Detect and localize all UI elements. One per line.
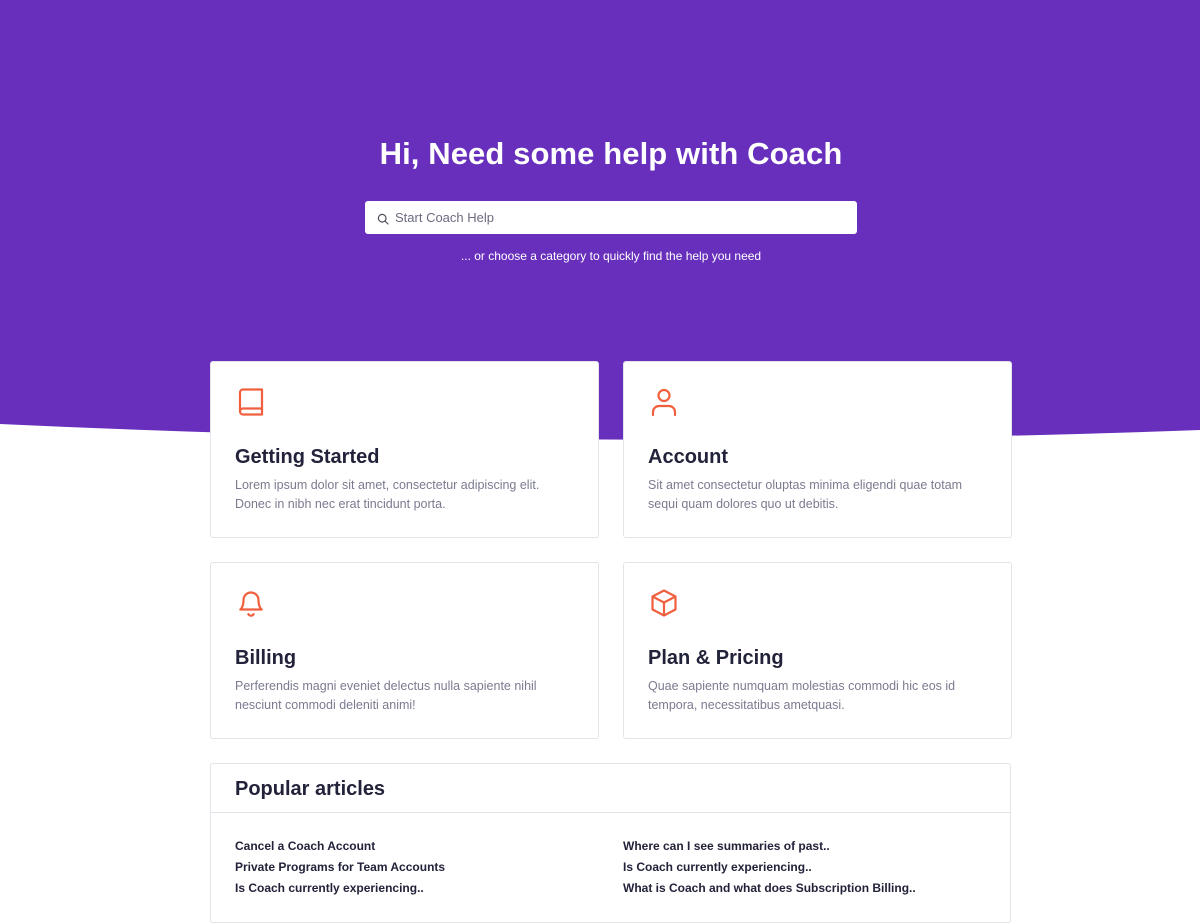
page-title: Hi, Need some help with Coach (379, 136, 843, 171)
box-icon (648, 587, 680, 619)
category-card-plan-pricing[interactable]: Plan & Pricing Quae sapiente numquam mol… (623, 562, 1012, 739)
category-title: Getting Started (235, 446, 380, 468)
bell-icon (235, 587, 267, 619)
article-link[interactable]: Is Coach currently experiencing.. (235, 881, 424, 895)
category-title: Billing (235, 647, 297, 669)
hero-subtitle: ... or choose a category to quickly find… (460, 249, 762, 263)
search-box[interactable] (365, 201, 857, 234)
article-link[interactable]: Private Programs for Team Accounts (235, 860, 445, 874)
category-description: Lorem ipsum dolor sit amet, consectetur … (235, 478, 540, 511)
category-card-account[interactable]: Account Sit amet consectetur oluptas min… (623, 361, 1012, 538)
user-icon (648, 386, 680, 418)
category-card-billing[interactable]: Billing Perferendis magni eveniet delect… (210, 562, 599, 739)
divider (211, 812, 1010, 813)
popular-articles-panel: Popular articles Cancel a Coach Account … (210, 763, 1011, 923)
search-icon (377, 212, 389, 225)
article-list-left: Cancel a Coach Account Private Programs … (235, 837, 445, 900)
list-item: Where can I see summaries of past.. (623, 837, 916, 858)
article-link[interactable]: Cancel a Coach Account (235, 839, 375, 853)
list-item: Private Programs for Team Accounts (235, 858, 445, 879)
category-description: Perferendis magni eveniet delectus nulla… (235, 679, 537, 712)
hero-section: Hi, Need some help with Coach ... or cho… (0, 0, 1200, 440)
category-card-getting-started[interactable]: Getting Started Lorem ipsum dolor sit am… (210, 361, 599, 538)
category-description: Sit amet consectetur oluptas minima elig… (648, 478, 963, 511)
list-item: Is Coach currently experiencing.. (235, 879, 445, 900)
article-list-right: Where can I see summaries of past.. Is C… (623, 837, 916, 900)
popular-articles-title: Popular articles (235, 778, 386, 800)
list-item: Cancel a Coach Account (235, 837, 445, 858)
search-input[interactable] (395, 201, 845, 234)
list-item: Is Coach currently experiencing.. (623, 858, 916, 879)
article-link[interactable]: Where can I see summaries of past.. (623, 839, 830, 853)
book-icon (235, 386, 267, 418)
article-link[interactable]: What is Coach and what does Subscription… (623, 881, 916, 895)
list-item: What is Coach and what does Subscription… (623, 879, 916, 900)
article-link[interactable]: Is Coach currently experiencing.. (623, 860, 812, 874)
category-description: Quae sapiente numquam molestias commodi … (648, 679, 956, 712)
category-title: Plan & Pricing (648, 647, 784, 669)
category-title: Account (648, 446, 728, 468)
